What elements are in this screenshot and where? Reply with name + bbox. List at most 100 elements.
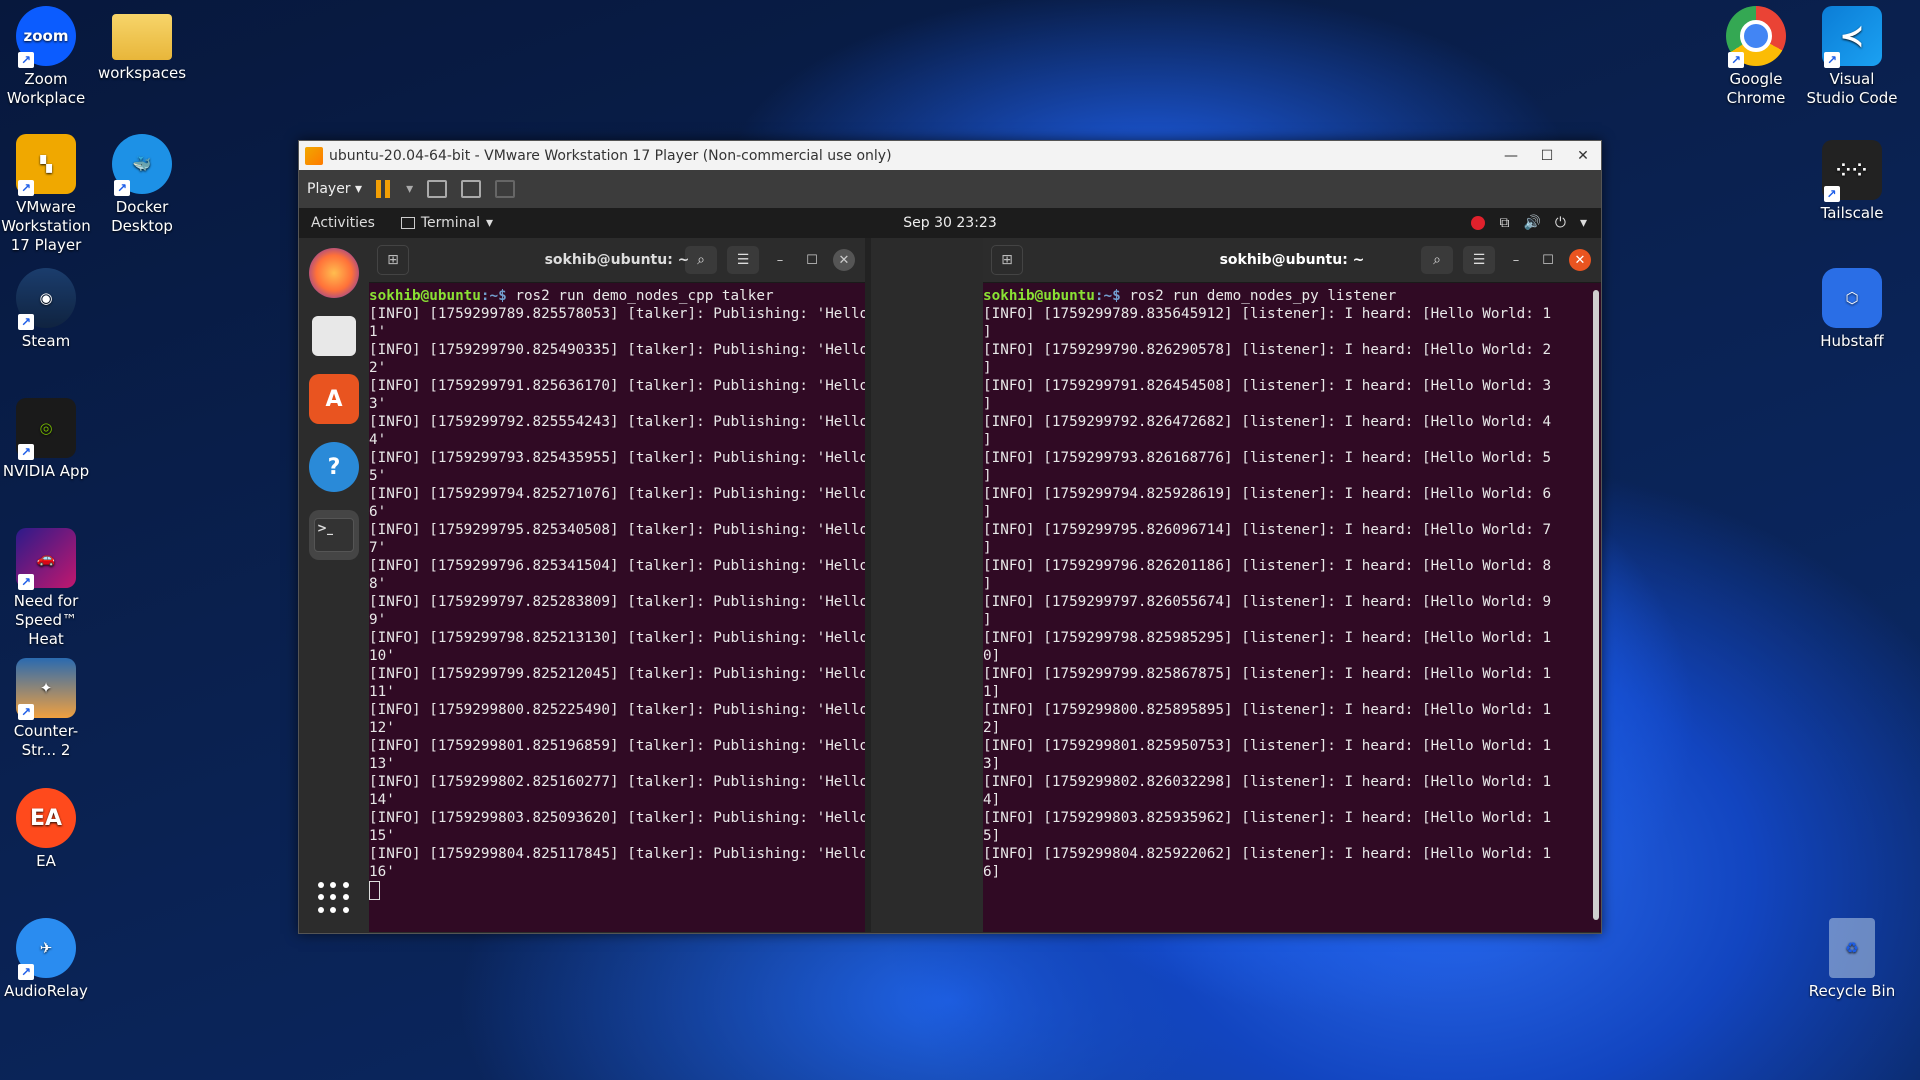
software-store-icon[interactable]: A <box>309 374 359 424</box>
terminal-dock-icon[interactable]: >_ <box>309 510 359 560</box>
log-line: 14' <box>369 792 395 808</box>
prompt-path: :~$ <box>1094 288 1121 304</box>
app-menu[interactable]: Terminal ▾ <box>400 215 493 231</box>
player-menu[interactable]: Player ▾ <box>307 181 362 197</box>
log-line: 10' <box>369 648 395 664</box>
close-icon[interactable]: ✕ <box>1565 148 1601 164</box>
maximize-icon[interactable]: ☐ <box>1537 249 1559 271</box>
command: ros2 run demo_nodes_cpp talker <box>506 288 774 304</box>
desktop-icon-label: Docker Desktop <box>111 198 173 235</box>
terminal-output[interactable]: sokhib@ubuntu:~$ ros2 run demo_nodes_cpp… <box>369 283 865 900</box>
desktop-icon-label: Steam <box>21 332 71 350</box>
log-line: [INFO] [1759299796.826201186] [listener]… <box>983 558 1552 574</box>
vmware-logo-icon <box>305 146 323 165</box>
log-line: [INFO] [1759299793.826168776] [listener]… <box>983 450 1552 466</box>
clock[interactable]: Sep 30 23:23 <box>903 215 996 231</box>
log-line: 2' <box>369 360 387 376</box>
log-line: [INFO] [1759299795.825340508] [talker]: … <box>369 522 865 538</box>
desktop-icon-cs2[interactable]: ✦ ↗ Counter-Str... 2 <box>0 658 94 760</box>
terminal-left[interactable]: ⊞ sokhib@ubuntu: ~ ⌕ ☰ – ☐ ✕ sokhib@ubun… <box>369 238 871 932</box>
firefox-icon[interactable] <box>309 248 359 298</box>
log-line: 3' <box>369 396 387 412</box>
activities-button[interactable]: Activities <box>311 215 375 231</box>
new-tab-icon[interactable]: ⊞ <box>377 245 409 275</box>
log-line: ] <box>983 432 992 448</box>
desktop-icon-recycle-bin[interactable]: ♻ Recycle Bin <box>1804 918 1900 1001</box>
desktop-icon-vscode[interactable]: ≺ ↗ Visual Studio Code <box>1804 6 1900 108</box>
menu-icon[interactable]: ☰ <box>1463 246 1495 274</box>
desktop-icon-label: EA <box>36 852 56 870</box>
unity-icon[interactable] <box>495 180 516 198</box>
vm-title-bar[interactable]: ubuntu-20.04-64-bit - VMware Workstation… <box>299 141 1601 170</box>
log-line: [INFO] [1759299802.826032298] [listener]… <box>983 774 1552 790</box>
log-line: [INFO] [1759299804.825922062] [listener]… <box>983 846 1552 862</box>
docker-desktop-icon: 🐳 ↗ <box>112 134 172 196</box>
pause-dropdown-icon[interactable]: ▾ <box>406 181 413 197</box>
google-chrome-icon: ↗ <box>1726 6 1786 68</box>
log-line: [INFO] [1759299803.825935962] [listener]… <box>983 810 1552 826</box>
log-line: 8' <box>369 576 387 592</box>
folder-icon <box>112 14 172 60</box>
search-icon[interactable]: ⌕ <box>1421 246 1453 274</box>
fullscreen-icon[interactable] <box>461 180 482 198</box>
app-menu-label: Terminal <box>420 215 481 231</box>
menu-icon[interactable]: ☰ <box>727 246 759 274</box>
nvidia-app-icon: ◎ ↗ <box>16 398 76 460</box>
send-ctrl-alt-del-icon[interactable] <box>427 180 448 198</box>
desktop-icon-tailscale[interactable]: ⁘⁘ ↗ Tailscale <box>1804 140 1900 223</box>
log-line: ] <box>983 612 992 628</box>
desktop-icon-nvidia[interactable]: ◎ ↗ NVIDIA App <box>0 398 94 481</box>
log-line: [INFO] [1759299795.826096714] [listener]… <box>983 522 1552 538</box>
desktop-icon-label: Hubstaff <box>1820 332 1884 350</box>
log-line: ] <box>983 504 992 520</box>
log-line: [INFO] [1759299800.825895895] [listener]… <box>983 702 1552 718</box>
log-line: [INFO] [1759299801.825950753] [listener]… <box>983 738 1552 754</box>
vm-toolbar: Player ▾ ▾ <box>299 170 1601 208</box>
desktop-icon-nfs-heat[interactable]: 🚗 ↗ Need for Speed™ Heat <box>0 528 94 649</box>
new-tab-icon[interactable]: ⊞ <box>991 245 1023 275</box>
log-line: [INFO] [1759299799.825867875] [listener]… <box>983 666 1552 682</box>
maximize-icon[interactable]: ☐ <box>801 249 823 271</box>
vmware-workstation-icon: ▚ ↗ <box>16 134 76 196</box>
terminal-right[interactable]: ⊞ sokhib@ubuntu: ~ ⌕ ☰ – ☐ ✕ sokhib@ubun… <box>983 238 1601 932</box>
desktop-icon-chrome[interactable]: ↗ Google Chrome <box>1708 6 1804 108</box>
files-icon[interactable] <box>312 316 356 356</box>
minimize-icon[interactable]: – <box>1505 249 1527 271</box>
prompt-user: sokhib@ubuntu <box>369 288 481 304</box>
pause-icon[interactable] <box>376 180 392 198</box>
minimize-icon[interactable]: – <box>769 249 791 271</box>
log-line: [INFO] [1759299790.826290578] [listener]… <box>983 342 1552 358</box>
system-tray[interactable]: ⧉ 🔊 ⏻ ▾ <box>1471 215 1587 231</box>
log-line: ] <box>983 324 992 340</box>
maximize-icon[interactable]: ☐ <box>1529 148 1565 164</box>
desktop-icon-docker[interactable]: 🐳 ↗ Docker Desktop <box>94 134 190 236</box>
desktop-icon-vmware[interactable]: ▚ ↗ VMware Workstation 17 Player <box>0 134 94 255</box>
prompt-user: sokhib@ubuntu <box>983 288 1095 304</box>
help-icon[interactable]: ? <box>309 442 359 492</box>
desktop-icon-audiorelay[interactable]: ✈ ↗ AudioRelay <box>0 918 94 1001</box>
log-line: 3] <box>983 756 1001 772</box>
close-icon[interactable]: ✕ <box>1569 249 1591 271</box>
tailscale-icon: ⁘⁘ ↗ <box>1822 140 1882 202</box>
minimize-icon[interactable]: — <box>1493 148 1529 164</box>
desktop-icon-label: AudioRelay <box>4 982 88 1000</box>
desktop-icon-label: Recycle Bin <box>1808 982 1896 1000</box>
log-line: 13' <box>369 756 395 772</box>
terminal-output[interactable]: sokhib@ubuntu:~$ ros2 run demo_nodes_py … <box>983 283 1601 881</box>
visual-studio-code-icon: ≺ ↗ <box>1822 6 1882 68</box>
desktop-icon-steam[interactable]: ◉ ↗ Steam <box>0 268 94 351</box>
log-line: [INFO] [1759299800.825225490] [talker]: … <box>369 702 865 718</box>
desktop-icon-ea[interactable]: EA EA <box>0 788 94 871</box>
steam-icon: ◉ ↗ <box>16 268 76 330</box>
close-icon[interactable]: ✕ <box>833 249 855 271</box>
show-applications-icon[interactable] <box>318 882 350 914</box>
desktop-icon-hubstaff[interactable]: ⬡ Hubstaff <box>1804 268 1900 351</box>
desktop-icon-label: VMware Workstation 17 Player <box>1 198 91 254</box>
desktop-icon-workspaces[interactable]: workspaces <box>94 6 190 83</box>
desktop-icon-zoom[interactable]: zoom ↗ Zoom Workplace <box>0 6 94 108</box>
search-icon[interactable]: ⌕ <box>685 246 717 274</box>
log-line: 12' <box>369 720 395 736</box>
desktop-icon-label: Visual Studio Code <box>1806 70 1898 107</box>
network-icon: ⧉ <box>1499 215 1510 231</box>
scrollbar[interactable] <box>1593 290 1599 920</box>
